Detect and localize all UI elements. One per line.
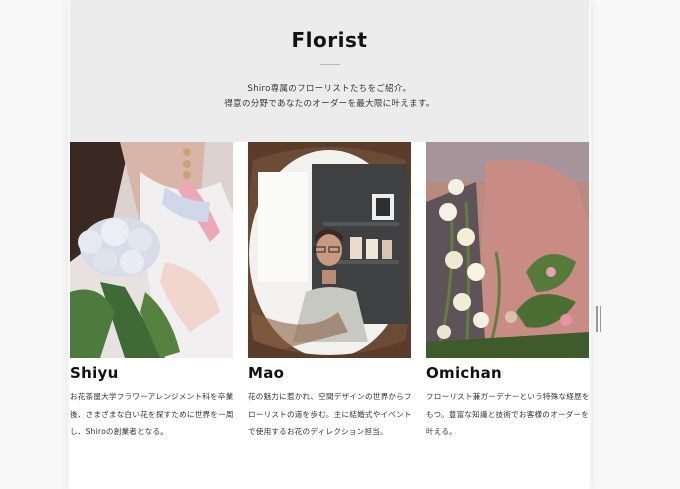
florist-description: フローリスト兼ガーデナーという特殊な経歴をもつ。豊富な知識と技術でお客様のオーダ…	[426, 392, 590, 436]
florist-section: Florist Shiro専属のフローリストたちをご紹介。 得意の分野であなたの…	[70, 0, 589, 489]
florist-description: 花の魅力に惹かれ、空間デザインの世界からフローリストの道を歩む。主に結婚式やイベ…	[248, 392, 412, 436]
scroll-handle-bar	[599, 306, 601, 332]
scroll-handle[interactable]	[596, 306, 602, 332]
florist-name: Mao	[248, 364, 285, 382]
section-intro-line-1: Shiro専属のフローリストたちをご紹介。	[247, 84, 412, 94]
florist-name: Shiyu	[70, 364, 119, 382]
omichan-photo-image	[426, 142, 589, 358]
florist-photo-shiyu[interactable]	[70, 142, 233, 358]
section-header: Florist Shiro専属のフローリストたちをご紹介。 得意の分野であなたの…	[70, 0, 589, 142]
title-divider	[320, 64, 340, 65]
florist-photo-mao[interactable]	[248, 142, 411, 358]
shiyu-photo-image	[70, 142, 233, 358]
scroll-handle-bar	[596, 306, 598, 332]
section-title: Florist	[291, 28, 368, 52]
florist-description: お花茶屋大学フラワーアレンジメント科を卒業後、さまざまな白い花を探すために世界を…	[70, 392, 234, 436]
section-intro-line-2: 得意の分野であなたのオーダーを最大限に叶えます。	[224, 99, 435, 109]
mao-photo-image	[248, 142, 411, 358]
florist-name: Omichan	[426, 364, 502, 382]
florist-photo-omichan[interactable]	[426, 142, 589, 358]
